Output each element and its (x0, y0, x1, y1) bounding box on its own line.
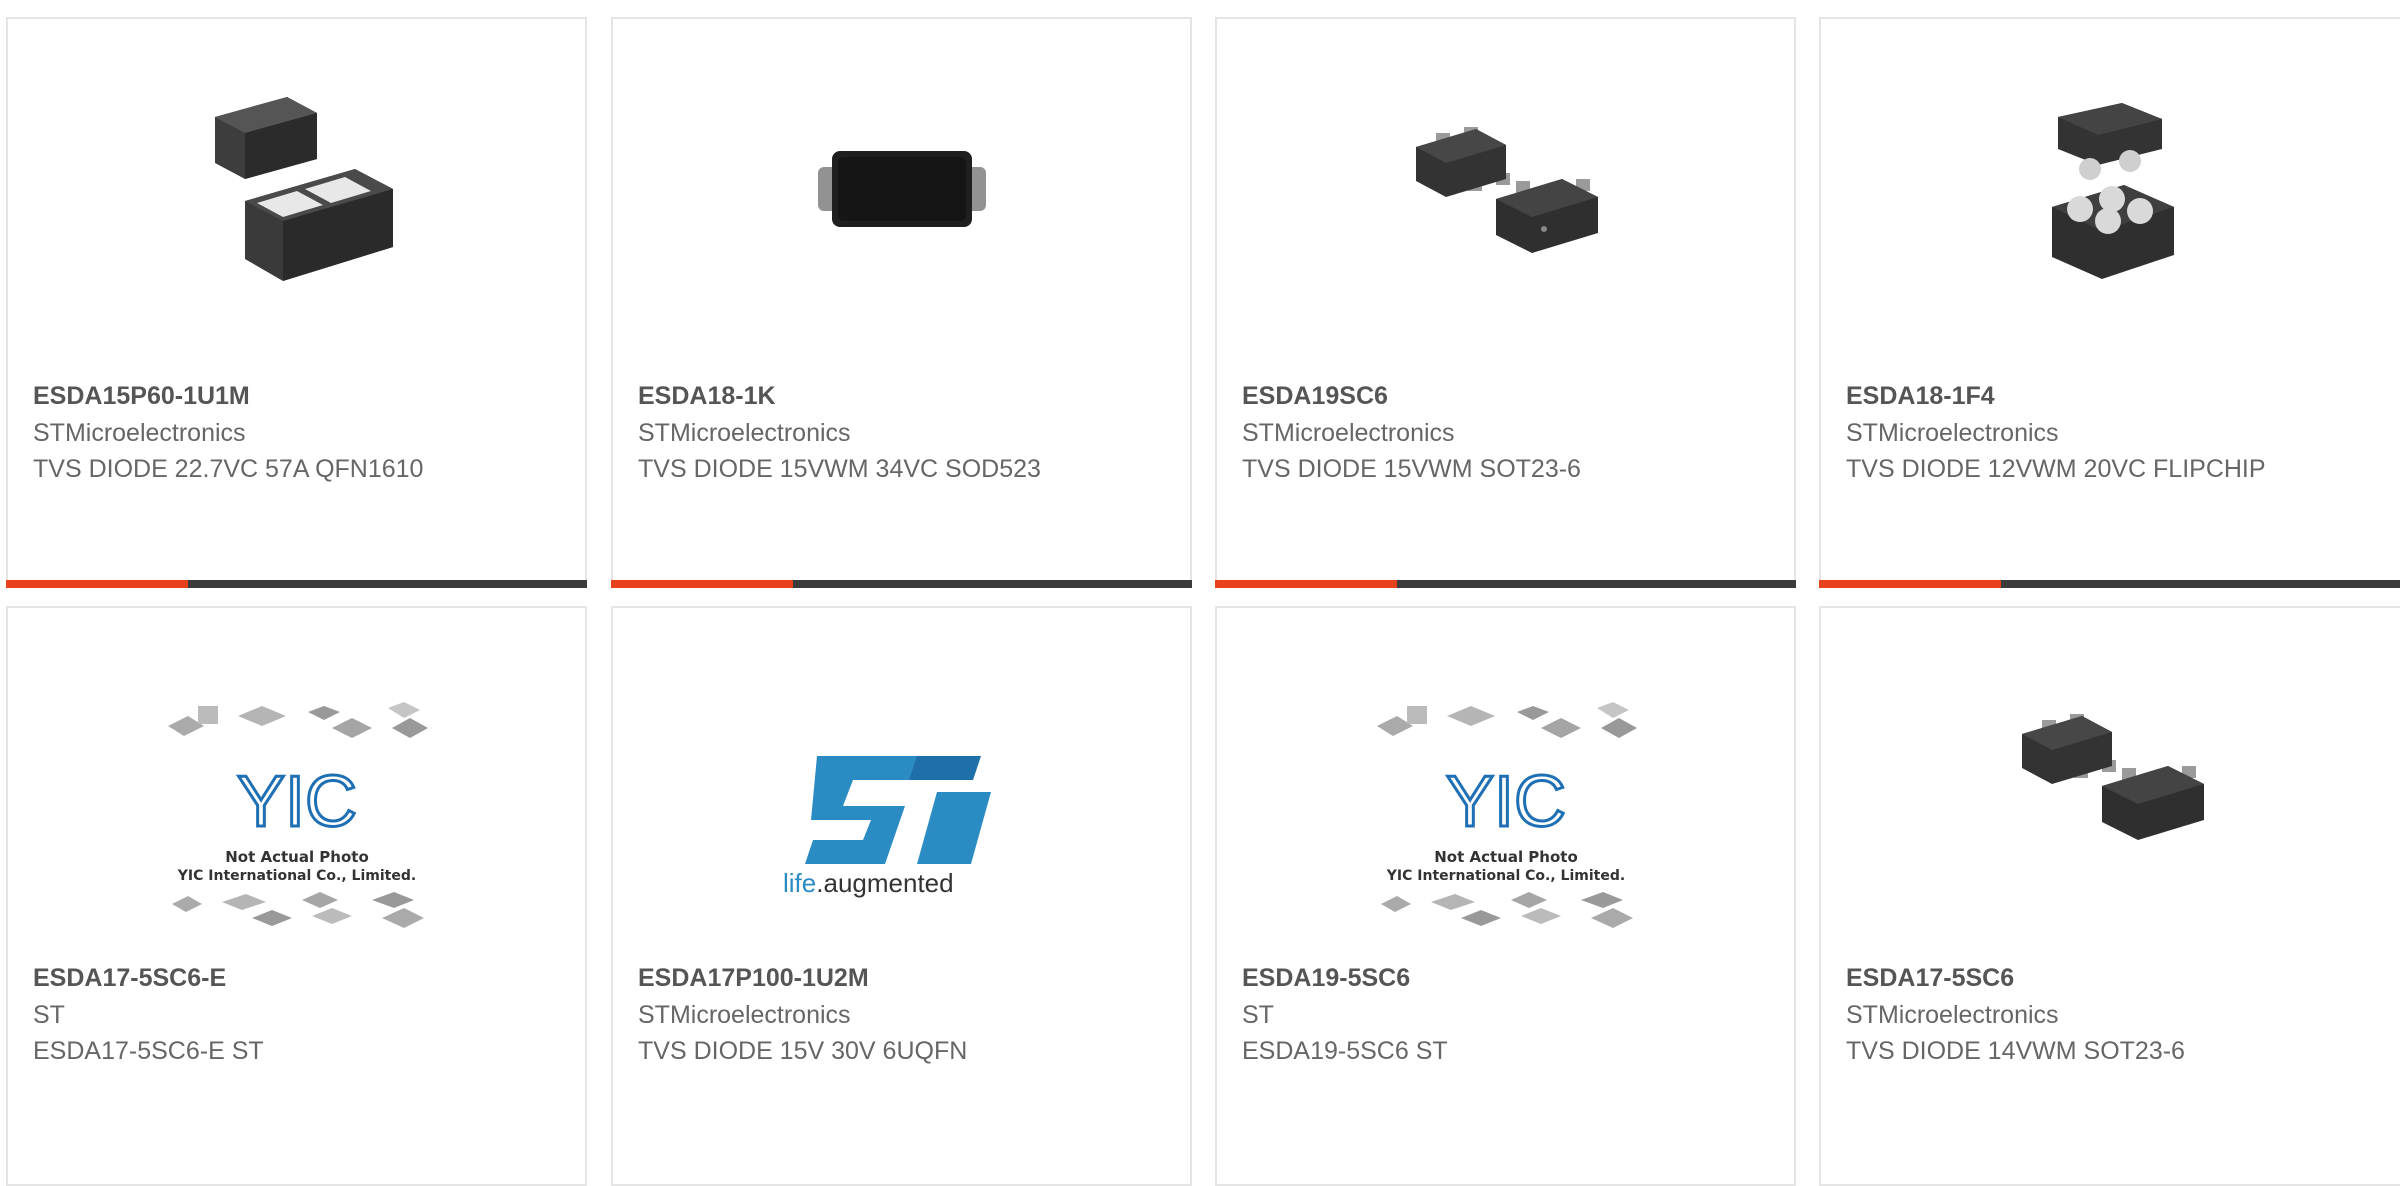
manufacturer-name: STMicroelectronics (1846, 1001, 2059, 1029)
part-number-link[interactable]: ESDA17-5SC6-E (33, 960, 575, 997)
product-description: TVS DIODE 15VWM 34VC SOD523 (638, 455, 1041, 483)
product-description: ESDA17-5SC6-E ST (33, 1037, 264, 1065)
card-accent-bar (6, 580, 188, 588)
product-card[interactable]: ESDA15P60-1U1M STMicroelectronics TVS DI… (6, 17, 587, 588)
placeholder-note-text: Not Actual Photo (1434, 848, 1578, 866)
part-number-link[interactable]: ESDA18-1K (638, 378, 1180, 415)
card-bottom-bar (6, 580, 587, 588)
product-card[interactable]: ESDA19SC6 STMicroelectronics TVS DIODE 1… (1215, 17, 1796, 588)
product-card[interactable]: life.augmented ESDA17P100-1U2M STMicroel… (611, 606, 1192, 1186)
card-accent-bar (611, 580, 793, 588)
st-logo-augmented-text: augmented (823, 868, 953, 898)
sod523-package-icon (802, 89, 1002, 289)
card-bottom-bar (1819, 580, 2400, 588)
manufacturer-name: ST (1242, 1001, 1274, 1029)
flipchip-package-icon (2012, 89, 2212, 289)
yic-placeholder-icon: YIC Not Actual Photo YIC International C… (162, 696, 432, 936)
product-grid: ESDA15P60-1U1M STMicroelectronics TVS DI… (0, 0, 2400, 1186)
manufacturer-name: STMicroelectronics (33, 419, 246, 447)
part-number-link[interactable]: ESDA17P100-1U2M (638, 960, 1180, 997)
placeholder-company-text: YIC International Co., Limited. (176, 868, 415, 884)
product-description: ESDA19-5SC6 ST (1242, 1037, 1448, 1065)
yic-brand-text: YIC (236, 762, 356, 842)
manufacturer-name: STMicroelectronics (1242, 419, 1455, 447)
st-logo-life-text: life (783, 868, 816, 898)
sot23-6-package-icon (1406, 89, 1606, 289)
part-number-link[interactable]: ESDA19SC6 (1242, 378, 1784, 415)
st-logo-dot-text: . (816, 868, 823, 898)
product-card[interactable]: YIC Not Actual Photo YIC International C… (6, 606, 587, 1186)
st-logo-icon: life.augmented (767, 696, 1037, 936)
manufacturer-name: STMicroelectronics (638, 419, 851, 447)
part-number-link[interactable]: ESDA19-5SC6 (1242, 960, 1784, 997)
svg-text:life.augmented: life.augmented (783, 868, 954, 898)
product-description: TVS DIODE 22.7VC 57A QFN1610 (33, 455, 424, 483)
product-card[interactable]: ESDA18-1K STMicroelectronics TVS DIODE 1… (611, 17, 1192, 588)
product-card[interactable]: ESDA17-5SC6 STMicroelectronics TVS DIODE… (1819, 606, 2400, 1186)
product-card[interactable]: ESDA18-1F4 STMicroelectronics TVS DIODE … (1819, 17, 2400, 588)
product-description: TVS DIODE 15VWM SOT23-6 (1242, 455, 1581, 483)
yic-placeholder-icon: YIC Not Actual Photo YIC International C… (1371, 696, 1641, 936)
card-bottom-bar (1215, 580, 1796, 588)
qfn1610-package-icon (197, 89, 397, 289)
sot23-6-package-icon (2012, 676, 2212, 876)
product-description: TVS DIODE 14VWM SOT23-6 (1846, 1037, 2185, 1065)
placeholder-company-text: YIC International Co., Limited. (1385, 868, 1624, 884)
product-description: TVS DIODE 12VWM 20VC FLIPCHIP (1846, 455, 2266, 483)
manufacturer-name: STMicroelectronics (638, 1001, 851, 1029)
manufacturer-name: ST (33, 1001, 65, 1029)
product-card[interactable]: YIC Not Actual Photo YIC International C… (1215, 606, 1796, 1186)
part-number-link[interactable]: ESDA15P60-1U1M (33, 378, 575, 415)
manufacturer-name: STMicroelectronics (1846, 419, 2059, 447)
card-accent-bar (1819, 580, 2001, 588)
card-bottom-bar (611, 580, 1192, 588)
part-number-link[interactable]: ESDA17-5SC6 (1846, 960, 2392, 997)
placeholder-note-text: Not Actual Photo (225, 848, 369, 866)
product-description: TVS DIODE 15V 30V 6UQFN (638, 1037, 968, 1065)
yic-brand-text: YIC (1445, 762, 1565, 842)
part-number-link[interactable]: ESDA18-1F4 (1846, 378, 2392, 415)
card-accent-bar (1215, 580, 1397, 588)
